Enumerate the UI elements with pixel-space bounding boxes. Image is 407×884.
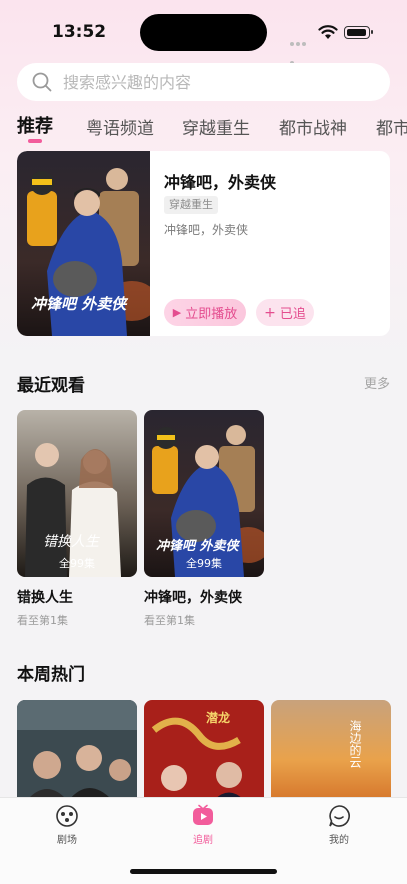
nav-profile-label: 我的 [329, 835, 349, 846]
recent-card[interactable]: 错换人生 全99集 错换人生 看至第1集 [17, 410, 137, 628]
featured-poster[interactable]: 冲锋吧 外卖侠 [17, 151, 150, 336]
featured-title: 冲锋吧，外卖侠 [164, 173, 277, 192]
recent-poster-title-1: 冲锋吧 外卖侠 [156, 538, 241, 554]
profile-face-icon [329, 805, 350, 827]
featured-poster-title: 冲锋吧 外卖侠 [31, 295, 128, 313]
wifi-icon [318, 25, 338, 39]
recent-poster[interactable]: 冲锋吧 外卖侠 全99集 [144, 410, 264, 577]
status-bar: 13:52 [0, 0, 407, 65]
follow-label: 已追 [279, 307, 306, 322]
play-icon: ▶ [172, 306, 182, 319]
nav-theater-label: 剧场 [57, 835, 77, 846]
search-input[interactable] [63, 63, 373, 101]
plus-icon: + [264, 304, 276, 321]
search-bar[interactable] [17, 63, 390, 101]
nav-following-label: 追剧 [193, 835, 213, 846]
dynamic-island [140, 14, 267, 51]
recent-progress: 看至第1集 [17, 614, 68, 627]
more-link[interactable]: 更多 [364, 373, 390, 392]
recent-progress: 看至第1集 [144, 614, 195, 627]
signal-dots-icon [290, 31, 312, 65]
follow-button[interactable]: + 已追 [256, 299, 314, 326]
nav-theater[interactable]: 剧场 [27, 804, 107, 846]
theater-icon [56, 805, 78, 827]
episode-count: 全99集 [59, 557, 95, 570]
hot-poster[interactable] [17, 700, 137, 800]
tab-urban-god-of-war[interactable]: 都市战神 [279, 114, 347, 139]
home-indicator [130, 869, 277, 874]
episode-count: 全99集 [186, 557, 222, 570]
tab-cantonese[interactable]: 粤语频道 [86, 114, 154, 139]
hot-poster-title-1: 潜龙 [206, 710, 230, 725]
section-title-recent: 最近观看 [17, 376, 85, 396]
featured-description: 冲锋吧，外卖侠 [164, 223, 249, 237]
hot-poster[interactable]: 海边的云 [271, 700, 391, 800]
play-now-label: 立即播放 [185, 307, 238, 322]
category-tabs: 推荐 粤语频道 穿越重生 都市战神 都市 [0, 112, 407, 146]
recent-poster-title-0: 错换人生 [43, 534, 100, 550]
play-tv-icon [193, 804, 213, 825]
recent-card[interactable]: 冲锋吧 外卖侠 全99集 冲锋吧，外卖侠 看至第1集 [144, 410, 264, 628]
recent-poster[interactable]: 错换人生 全99集 [17, 410, 137, 577]
hot-poster[interactable]: 潜龙 [144, 700, 264, 800]
genre-tag[interactable]: 穿越重生 [164, 196, 218, 214]
featured-drama-card[interactable]: 冲锋吧 外卖侠 冲锋吧，外卖侠 穿越重生 冲锋吧，外卖侠 ▶ 立即播放 + 已追 [17, 151, 390, 336]
play-now-button[interactable]: ▶ 立即播放 [164, 299, 246, 326]
recent-title: 错换人生 [17, 590, 73, 606]
tab-time-travel[interactable]: 穿越重生 [182, 114, 250, 139]
battery-icon [344, 26, 373, 39]
search-icon [32, 72, 52, 92]
recent-title: 冲锋吧，外卖侠 [144, 590, 242, 606]
nav-profile[interactable]: 我的 [299, 804, 379, 846]
tab-recommend[interactable]: 推荐 [17, 112, 53, 138]
nav-following[interactable]: 追剧 [163, 804, 243, 846]
tab-urban[interactable]: 都市 [376, 114, 407, 139]
hot-poster-title-2: 海边的云 [348, 719, 362, 769]
status-time: 13:52 [52, 22, 107, 42]
active-tab-indicator [28, 139, 42, 143]
section-title-weekly-hot: 本周热门 [17, 665, 85, 685]
